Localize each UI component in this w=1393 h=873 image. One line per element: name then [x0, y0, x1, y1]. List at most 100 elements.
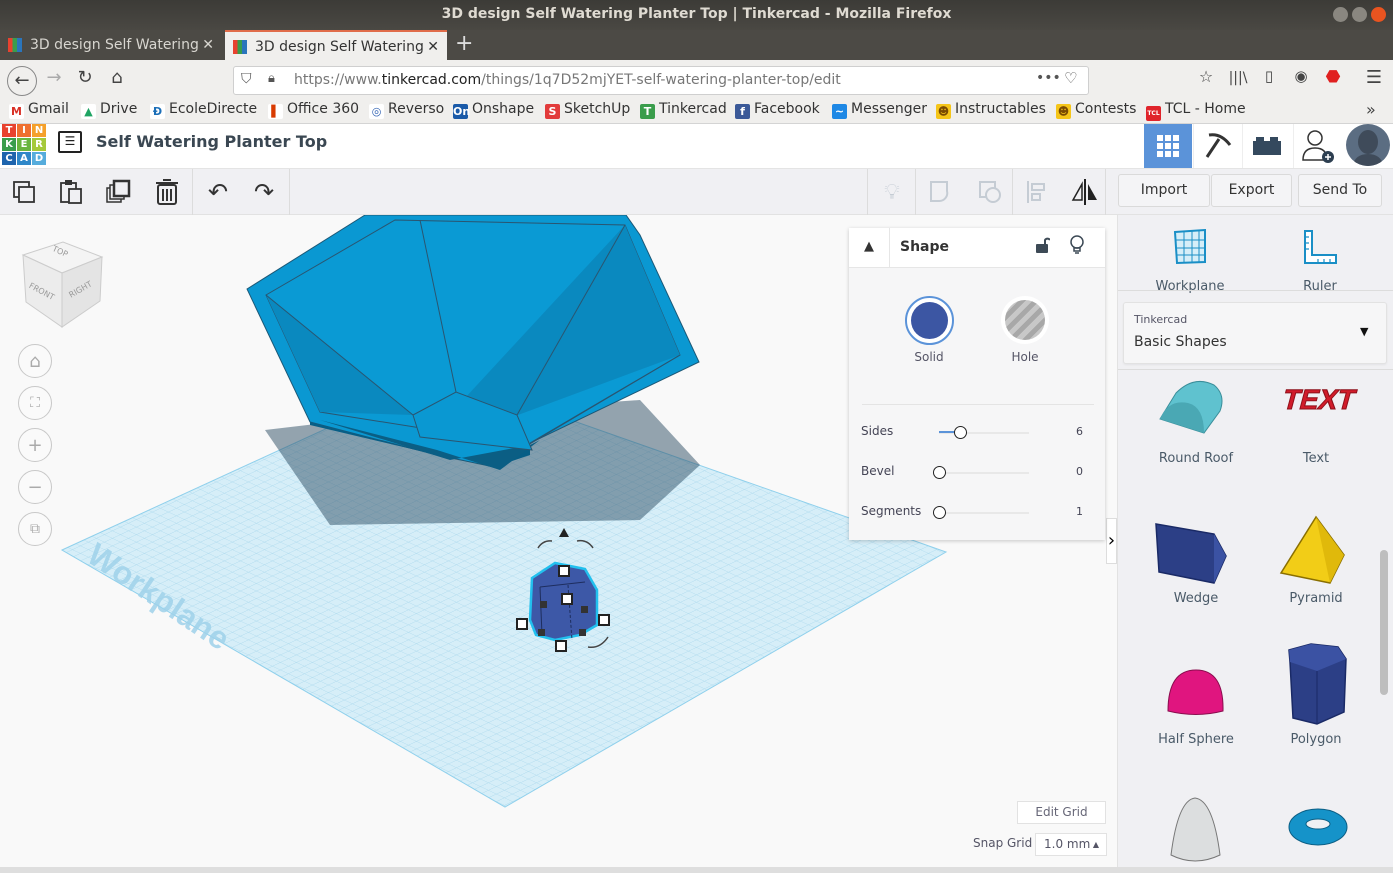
shape-text[interactable]: TEXT Text: [1256, 375, 1376, 475]
collapse-inspector-button[interactable]: ▲: [849, 228, 890, 268]
pocket-icon[interactable]: ♡: [1064, 69, 1077, 87]
undo-button[interactable]: ↶: [202, 176, 234, 208]
edit-grid-button[interactable]: Edit Grid: [1017, 801, 1106, 824]
param-value[interactable]: 1: [1059, 505, 1083, 518]
sidebar-icon[interactable]: ▯: [1256, 67, 1282, 85]
design-list-icon[interactable]: ☰: [58, 131, 82, 153]
param-slider-knob[interactable]: [933, 466, 946, 479]
bookmark-reverso[interactable]: ◎ Reverso: [369, 101, 444, 119]
menu-icon[interactable]: ☰: [1361, 67, 1387, 88]
bookmarks-overflow-button[interactable]: »: [1366, 100, 1376, 119]
bookmark-office-360[interactable]: ▌ Office 360: [268, 101, 359, 119]
invite-user-button[interactable]: [1293, 124, 1341, 168]
zoom-out-button[interactable]: −: [18, 470, 52, 504]
import-button[interactable]: Import: [1118, 174, 1210, 207]
resize-handle[interactable]: [540, 601, 547, 608]
bookmark-instructables[interactable]: ☻ Instructables: [936, 101, 1046, 119]
resize-handle[interactable]: [579, 629, 586, 636]
new-tab-button[interactable]: +: [455, 31, 473, 56]
codeblocks-button[interactable]: [1193, 124, 1241, 168]
resize-handle[interactable]: [555, 640, 567, 652]
shape-torus[interactable]: [1256, 793, 1376, 867]
ruler-tool[interactable]: Ruler: [1260, 223, 1380, 294]
redo-button[interactable]: ↷: [248, 176, 280, 208]
shape-library-select[interactable]: Tinkercad Basic Shapes ▼: [1123, 302, 1387, 364]
forward-button[interactable]: →: [41, 67, 67, 88]
hole-button[interactable]: [1001, 296, 1049, 344]
url-bar[interactable]: https://www.tinkercad.com/things/1q7D52m…: [233, 66, 1089, 95]
resize-handle[interactable]: [581, 606, 588, 613]
shape-half-sphere[interactable]: Half Sphere: [1136, 656, 1256, 756]
panel-scrollbar[interactable]: [1380, 550, 1388, 695]
bookmark-contests[interactable]: ☻ Contests: [1056, 101, 1136, 119]
lego-bricks-button[interactable]: [1242, 124, 1290, 168]
export-button[interactable]: Export: [1211, 174, 1292, 207]
shield-icon[interactable]: ⛉: [241, 71, 252, 87]
workplane-tool[interactable]: Workplane: [1130, 223, 1250, 294]
adblock-icon[interactable]: ⬣: [1320, 67, 1346, 87]
param-value[interactable]: 6: [1059, 425, 1083, 438]
close-tab-icon[interactable]: ✕: [427, 32, 439, 62]
reload-button[interactable]: ↻: [72, 67, 98, 88]
delete-button[interactable]: [151, 176, 183, 208]
bookmark-star-icon[interactable]: ☆: [1193, 67, 1219, 86]
resize-handle[interactable]: [538, 629, 545, 636]
collapse-panel-button[interactable]: ›: [1106, 518, 1117, 564]
height-handle[interactable]: [558, 565, 570, 577]
visibility-button[interactable]: [1069, 235, 1085, 257]
param-slider-knob[interactable]: [933, 506, 946, 519]
show-all-button[interactable]: 💡︎: [876, 176, 908, 208]
param-slider-knob[interactable]: [954, 426, 967, 439]
resize-handle[interactable]: [516, 618, 528, 630]
bookmark-tcl-home[interactable]: TCL TCL - Home: [1146, 101, 1246, 121]
bookmark-ecoledirecte[interactable]: Ð EcoleDirecte: [150, 101, 257, 119]
3d-design-view-button[interactable]: [1144, 124, 1192, 168]
bookmark-drive[interactable]: ▲ Drive: [81, 101, 137, 119]
maximize-button[interactable]: [1352, 7, 1367, 22]
bookmark-gmail[interactable]: M Gmail: [9, 101, 69, 119]
duplicate-button[interactable]: [103, 176, 135, 208]
browser-tab[interactable]: 3D design Self Watering ✕: [0, 30, 222, 60]
param-slider-track[interactable]: [939, 512, 1029, 514]
close-tab-icon[interactable]: ✕: [202, 30, 214, 60]
page-actions-icon[interactable]: •••: [1036, 70, 1061, 86]
shape-polygon[interactable]: Polygon: [1256, 643, 1376, 756]
library-icon[interactable]: |||\: [1225, 70, 1251, 86]
design-title[interactable]: Self Watering Planter Top: [96, 132, 327, 151]
home-button[interactable]: ⌂: [104, 67, 130, 88]
ungroup-button[interactable]: [974, 176, 1006, 208]
param-value[interactable]: 0: [1059, 465, 1083, 478]
bookmark-tinkercad[interactable]: T Tinkercad: [640, 101, 727, 119]
copy-button[interactable]: [8, 176, 40, 208]
back-button[interactable]: ←: [7, 66, 37, 96]
shape-paraboloid[interactable]: [1136, 793, 1256, 867]
shape-wedge[interactable]: Wedge: [1136, 515, 1256, 615]
lock-button[interactable]: [1036, 236, 1051, 254]
bookmark-messenger[interactable]: ~ Messenger: [832, 101, 927, 119]
bookmark-sketchup[interactable]: S SketchUp: [545, 101, 630, 119]
bookmark-facebook[interactable]: f Facebook: [735, 101, 820, 119]
zoom-in-button[interactable]: +: [18, 428, 52, 462]
home-view-button[interactable]: ⌂: [18, 344, 52, 378]
snap-grid-select[interactable]: 1.0 mm ▲: [1035, 833, 1107, 856]
paste-button[interactable]: [55, 176, 87, 208]
resize-handle[interactable]: [598, 614, 610, 626]
close-window-button[interactable]: [1371, 7, 1386, 22]
send-to-button[interactable]: Send To: [1298, 174, 1382, 207]
mirror-button[interactable]: [1069, 176, 1101, 208]
tinkercad-logo[interactable]: T I N K E R C A D: [2, 124, 46, 165]
perspective-button[interactable]: ⧉: [18, 512, 52, 546]
align-button[interactable]: [1022, 176, 1054, 208]
shape-round-roof[interactable]: Round Roof: [1136, 375, 1256, 475]
account-icon[interactable]: ◉: [1288, 67, 1314, 85]
view-cube[interactable]: TOP FRONT RIGHT: [18, 237, 108, 329]
fit-view-button[interactable]: ⛶: [18, 386, 52, 420]
group-button[interactable]: [925, 176, 957, 208]
solid-button[interactable]: [905, 296, 954, 345]
browser-tab-active[interactable]: 3D design Self Watering ✕: [225, 30, 447, 60]
lock-icon[interactable]: 🔒︎: [268, 71, 275, 86]
param-slider-track[interactable]: [939, 472, 1029, 474]
user-avatar[interactable]: [1346, 124, 1390, 166]
bookmark-onshape[interactable]: On Onshape: [453, 101, 534, 119]
shape-pyramid[interactable]: Pyramid: [1256, 515, 1376, 615]
